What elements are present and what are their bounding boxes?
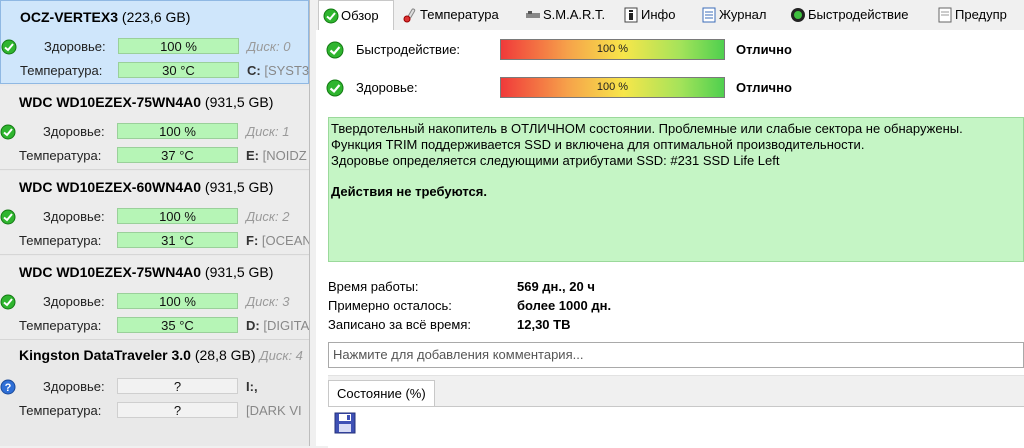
temperature-bar: 30 °C [118, 62, 239, 78]
health-label: Здоровье: [43, 379, 105, 394]
drive-item-wdc-1[interactable]: WDC WD10EZEX-75WN4A0 (931,5 GB) Здоровье… [0, 86, 309, 170]
health-bar: ? [117, 378, 238, 394]
volume-mount: I:, [246, 379, 258, 394]
info-line: Твердотельный накопитель в ОТЛИЧНОМ сост… [331, 121, 963, 136]
tab-log[interactable]: Журнал [697, 2, 766, 28]
ok-check-icon [0, 124, 16, 140]
stat-remaining: Примерно осталось: более 1000 дн. [328, 298, 611, 313]
drive-item-kingston[interactable]: Kingston DataTraveler 3.0 (28,8 GB) Диск… [0, 341, 309, 446]
health-bar: 100 % [118, 38, 239, 54]
tab-warnings[interactable]: Предупр [933, 2, 1007, 28]
disk-number: Диск: 1 [246, 124, 290, 139]
comment-field[interactable]: Нажмите для добавления комментария... [328, 342, 1024, 368]
drive-title: OCZ-VERTEX3 (223,6 GB) [20, 9, 191, 25]
overview-panel: Быстродействие: 100 % Отлично Здоровье: … [316, 30, 1024, 448]
volume-info: F: [OCEAN [246, 233, 310, 248]
temperature-label: Температура: [19, 233, 102, 248]
health-bar: 100 % [117, 123, 238, 139]
stat-label: Записано за всё время: [328, 317, 471, 332]
ok-check-icon [326, 41, 344, 59]
drive-title: Kingston DataTraveler 3.0 (28,8 GB) Диск… [19, 347, 303, 363]
disk-number: Диск: 2 [246, 209, 290, 224]
health-label: Здоровье: [43, 124, 105, 139]
health-result: Отлично [736, 80, 792, 95]
health-label: Здоровье: [43, 294, 105, 309]
tab-temperature[interactable]: Температура [398, 2, 499, 28]
temperature-label: Температура: [19, 148, 102, 163]
health-label: Здоровье: [44, 39, 106, 54]
performance-label: Быстродействие: [356, 42, 461, 57]
drive-title: WDC WD10EZEX-75WN4A0 (931,5 GB) [19, 264, 274, 280]
tab-smart[interactable]: S.M.A.R.T. [521, 2, 605, 28]
stat-value: более 1000 дн. [517, 298, 612, 313]
tab-bar: Обзор Температура S.M.A.R.T. Инфо Журнал… [316, 0, 1024, 31]
stat-label: Время работы: [328, 279, 419, 294]
health-label: Здоровье: [43, 209, 105, 224]
drive-item-wdc-2[interactable]: WDC WD10EZEX-60WN4A0 (931,5 GB) Здоровье… [0, 171, 309, 255]
tab-state-percent[interactable]: Состояние (%) [328, 380, 435, 407]
check-icon [323, 8, 339, 24]
performance-result: Отлично [736, 42, 792, 57]
stat-uptime: Время работы: 569 дн., 20 ч [328, 279, 595, 294]
chart-tabs: Состояние (%) [328, 375, 1024, 448]
volume-info: C: [SYST3M [247, 63, 310, 78]
info-line: Функция TRIM поддерживается SSD и включе… [331, 137, 865, 152]
drive-item-wdc-3[interactable]: WDC WD10EZEX-75WN4A0 (931,5 GB) Здоровье… [0, 256, 309, 340]
temperature-label: Температура: [19, 403, 102, 418]
drive-list: OCZ-VERTEX3 (223,6 GB) Здоровье: 100 % Д… [0, 0, 310, 446]
warning-icon [938, 7, 952, 23]
temperature-bar: 37 °C [117, 147, 238, 163]
tab-info[interactable]: Инфо [619, 2, 675, 28]
health-label: Здоровье: [356, 80, 418, 95]
detail-panel: Обзор Температура S.M.A.R.T. Инфо Журнал… [316, 0, 1024, 448]
save-icon[interactable] [334, 412, 356, 434]
drive-title: WDC WD10EZEX-75WN4A0 (931,5 GB) [19, 94, 274, 110]
volume-info: E: [NOIDZ [246, 148, 307, 163]
disk-number: Диск: 3 [246, 294, 290, 309]
speed-icon [791, 8, 805, 22]
ok-check-icon [326, 79, 344, 97]
thermometer-icon [403, 8, 416, 23]
ok-check-icon [1, 39, 17, 55]
action-text: Действия не требуются. [331, 184, 487, 199]
info-line: Здоровье определяется следующими атрибут… [331, 153, 780, 168]
health-bar: 100 % [500, 77, 725, 98]
tab-performance[interactable]: Быстродействие [786, 2, 908, 28]
svg-text:?: ? [5, 382, 12, 394]
performance-bar: 100 % [500, 39, 725, 60]
info-icon [624, 7, 638, 23]
temperature-label: Температура: [19, 318, 102, 333]
question-icon: ? [0, 379, 16, 395]
status-description: Твердотельный накопитель в ОТЛИЧНОМ сост… [328, 117, 1024, 262]
stat-value: 12,30 TB [517, 317, 571, 332]
stat-value: 569 дн., 20 ч [517, 279, 595, 294]
temperature-bar: ? [117, 402, 238, 418]
temperature-label: Температура: [20, 63, 103, 78]
smart-icon [526, 11, 540, 18]
temperature-bar: 35 °C [117, 317, 238, 333]
temperature-bar: 31 °C [117, 232, 238, 248]
volume-info: D: [DIGITA [246, 318, 310, 333]
drive-item-ocz-vertex3[interactable]: OCZ-VERTEX3 (223,6 GB) Здоровье: 100 % Д… [0, 0, 309, 84]
stat-label: Примерно осталось: [328, 298, 452, 313]
chart-panel [328, 406, 1024, 448]
drive-title: WDC WD10EZEX-60WN4A0 (931,5 GB) [19, 179, 274, 195]
disk-number: Диск: 0 [247, 39, 291, 54]
tab-overview[interactable]: Обзор [318, 0, 394, 31]
health-bar: 100 % [117, 208, 238, 224]
ok-check-icon [0, 294, 16, 310]
stat-written: Записано за всё время: 12,30 TB [328, 317, 570, 332]
health-bar: 100 % [117, 293, 238, 309]
ok-check-icon [0, 209, 16, 225]
volume-info: [DARK VI [246, 403, 302, 418]
log-icon [702, 7, 716, 23]
